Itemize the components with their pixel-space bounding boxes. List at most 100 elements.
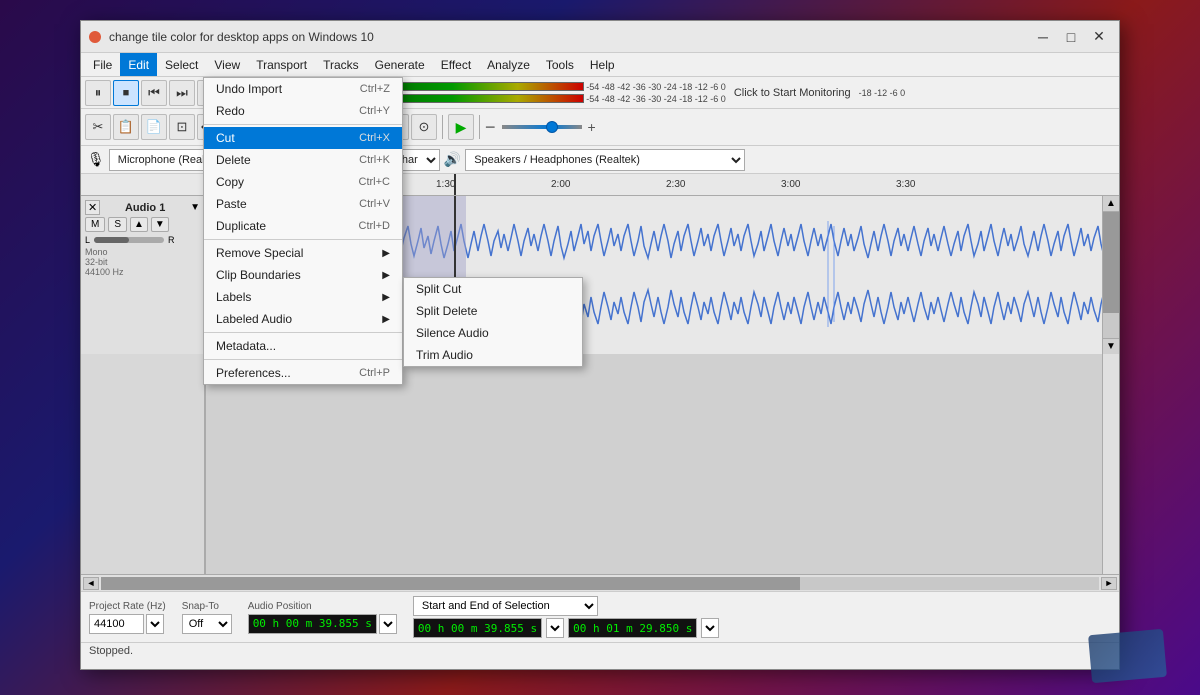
pause-button[interactable]: ⏸	[85, 80, 111, 106]
menu-help[interactable]: Help	[582, 53, 623, 76]
meter-scale-2: -54 -48 -42 -36 -30 -24 -18 -12 -6 0	[586, 94, 726, 104]
trim-audio-item[interactable]: Trim Audio	[404, 344, 582, 366]
split-delete-label: Split Delete	[416, 304, 477, 318]
mute-button[interactable]: M	[85, 217, 105, 232]
selection-start-dropdown[interactable]: ▼	[546, 618, 564, 638]
menu-view[interactable]: View	[206, 53, 248, 76]
menu-edit[interactable]: Edit	[120, 53, 157, 76]
close-track-icon[interactable]: ✕	[85, 200, 100, 215]
labels-label: Labels	[216, 290, 251, 304]
scroll-down-button[interactable]: ▼	[1103, 338, 1119, 354]
volume-slider[interactable]	[94, 237, 164, 243]
skip-start-button[interactable]: ⏮	[141, 80, 167, 106]
track-buttons: M S ▲ ▼	[85, 217, 200, 232]
menu-effect[interactable]: Effect	[433, 53, 479, 76]
copy-tool[interactable]: 📋	[113, 114, 139, 140]
clip-boundaries-arrow: ▶	[382, 270, 390, 281]
speaker-select[interactable]: Speakers / Headphones (Realtek)	[465, 149, 745, 171]
delete-item[interactable]: Delete Ctrl+K	[204, 149, 402, 171]
selection-end-dropdown[interactable]: ▼	[701, 618, 719, 638]
zoom-toggle[interactable]: ⊙	[411, 114, 437, 140]
maximize-button[interactable]: □	[1059, 27, 1083, 47]
window-controls: ─ □ ✕	[1031, 27, 1111, 47]
menu-transport[interactable]: Transport	[248, 53, 315, 76]
preferences-label: Preferences...	[216, 366, 291, 380]
snap-to-select[interactable]: Off	[182, 614, 232, 634]
trim-audio-label: Trim Audio	[416, 348, 473, 362]
ruler-mark-130: 1:30	[436, 179, 455, 190]
track-expand-icon[interactable]: ▼	[190, 202, 200, 213]
split-cut-item[interactable]: Split Cut	[404, 278, 582, 300]
sep-3	[204, 332, 402, 333]
volume-row: L R	[85, 235, 200, 245]
ruler-mark-330: 3:30	[896, 179, 915, 190]
remove-special-item[interactable]: Remove Special ▶	[204, 242, 402, 264]
project-rate-dropdown[interactable]: ▼	[146, 614, 164, 634]
split-delete-item[interactable]: Split Delete	[404, 300, 582, 322]
metadata-item[interactable]: Metadata...	[204, 335, 402, 357]
undo-import-label: Undo Import	[216, 82, 282, 96]
ruler-mark-230: 2:30	[666, 179, 685, 190]
redo-item[interactable]: Redo Ctrl+Y	[204, 100, 402, 122]
labels-item[interactable]: Labels ▶	[204, 286, 402, 308]
bg-device	[1088, 629, 1167, 683]
down-button[interactable]: ▼	[151, 217, 169, 232]
preferences-item[interactable]: Preferences... Ctrl+P	[204, 362, 402, 384]
clip-boundaries-item[interactable]: Clip Boundaries ▶	[204, 264, 402, 286]
ruler-mark-2: 2:00	[551, 179, 570, 190]
redo-label: Redo	[216, 104, 245, 118]
selection-type-select[interactable]: Start and End of Selection	[413, 596, 598, 616]
scroll-up-button[interactable]: ▲	[1103, 196, 1119, 212]
menu-tools[interactable]: Tools	[538, 53, 582, 76]
scroll-thumb[interactable]	[1103, 212, 1119, 313]
track-name-label: Audio 1	[125, 202, 165, 214]
solo-button[interactable]: S	[108, 217, 127, 232]
empty-scrollbar	[1102, 354, 1119, 574]
paste-item[interactable]: Paste Ctrl+V	[204, 193, 402, 215]
paste-tool[interactable]: 📄	[141, 114, 167, 140]
menu-tracks[interactable]: Tracks	[315, 53, 367, 76]
labeled-audio-item[interactable]: Labeled Audio ▶	[204, 308, 402, 330]
trim-tool[interactable]: ⊡	[169, 114, 195, 140]
cut-tool[interactable]: ✂	[85, 114, 111, 140]
volume-label: L	[85, 235, 90, 245]
sep-4	[204, 359, 402, 360]
speed-slider[interactable]	[502, 125, 582, 129]
undo-import-item[interactable]: Undo Import Ctrl+Z	[204, 78, 402, 100]
copy-item[interactable]: Copy Ctrl+C	[204, 171, 402, 193]
stop-button[interactable]: ■	[113, 80, 139, 106]
duplicate-shortcut: Ctrl+D	[359, 220, 390, 232]
minus-icon: −	[485, 117, 496, 138]
play-button[interactable]: ▶	[448, 114, 474, 140]
monitoring-text[interactable]: Click to Start Monitoring	[728, 87, 857, 99]
selection-values-row: 00 h 00 m 39.855 s ▼ 00 h 01 m 29.850 s …	[413, 618, 719, 638]
copy-shortcut: Ctrl+C	[359, 176, 390, 188]
selection-start-display: 00 h 00 m 39.855 s	[413, 618, 542, 638]
labeled-audio-label: Labeled Audio	[216, 312, 292, 326]
project-rate-group: Project Rate (Hz) ▼	[89, 601, 166, 634]
h-scroll-thumb[interactable]	[101, 577, 800, 590]
labeled-audio-arrow: ▶	[382, 314, 390, 325]
scroll-left-button[interactable]: ◄	[83, 577, 99, 590]
duplicate-label: Duplicate	[216, 219, 266, 233]
audio-position-dropdown[interactable]: ▼	[379, 614, 397, 634]
menu-generate[interactable]: Generate	[367, 53, 433, 76]
skip-end-button[interactable]: ⏭	[169, 80, 195, 106]
menu-select[interactable]: Select	[157, 53, 206, 76]
close-button[interactable]: ✕	[1087, 27, 1111, 47]
cut-item[interactable]: Cut Ctrl+X	[204, 127, 402, 149]
project-rate-input[interactable]	[89, 614, 144, 634]
cut-shortcut: Ctrl+X	[359, 132, 390, 144]
up-button[interactable]: ▲	[130, 217, 148, 232]
project-rate-value-row: ▼	[89, 614, 166, 634]
split-cut-label: Split Cut	[416, 282, 461, 296]
menu-analyze[interactable]: Analyze	[479, 53, 538, 76]
scroll-right-button[interactable]: ►	[1101, 577, 1117, 590]
minimize-button[interactable]: ─	[1031, 27, 1055, 47]
audio-position-label: Audio Position	[248, 601, 397, 612]
silence-audio-item[interactable]: Silence Audio	[404, 322, 582, 344]
menu-file[interactable]: File	[85, 53, 120, 76]
sep5	[442, 115, 443, 139]
duplicate-item[interactable]: Duplicate Ctrl+D	[204, 215, 402, 237]
meter-scale-1: -54 -48 -42 -36 -30 -24 -18 -12 -6 0	[586, 82, 726, 92]
